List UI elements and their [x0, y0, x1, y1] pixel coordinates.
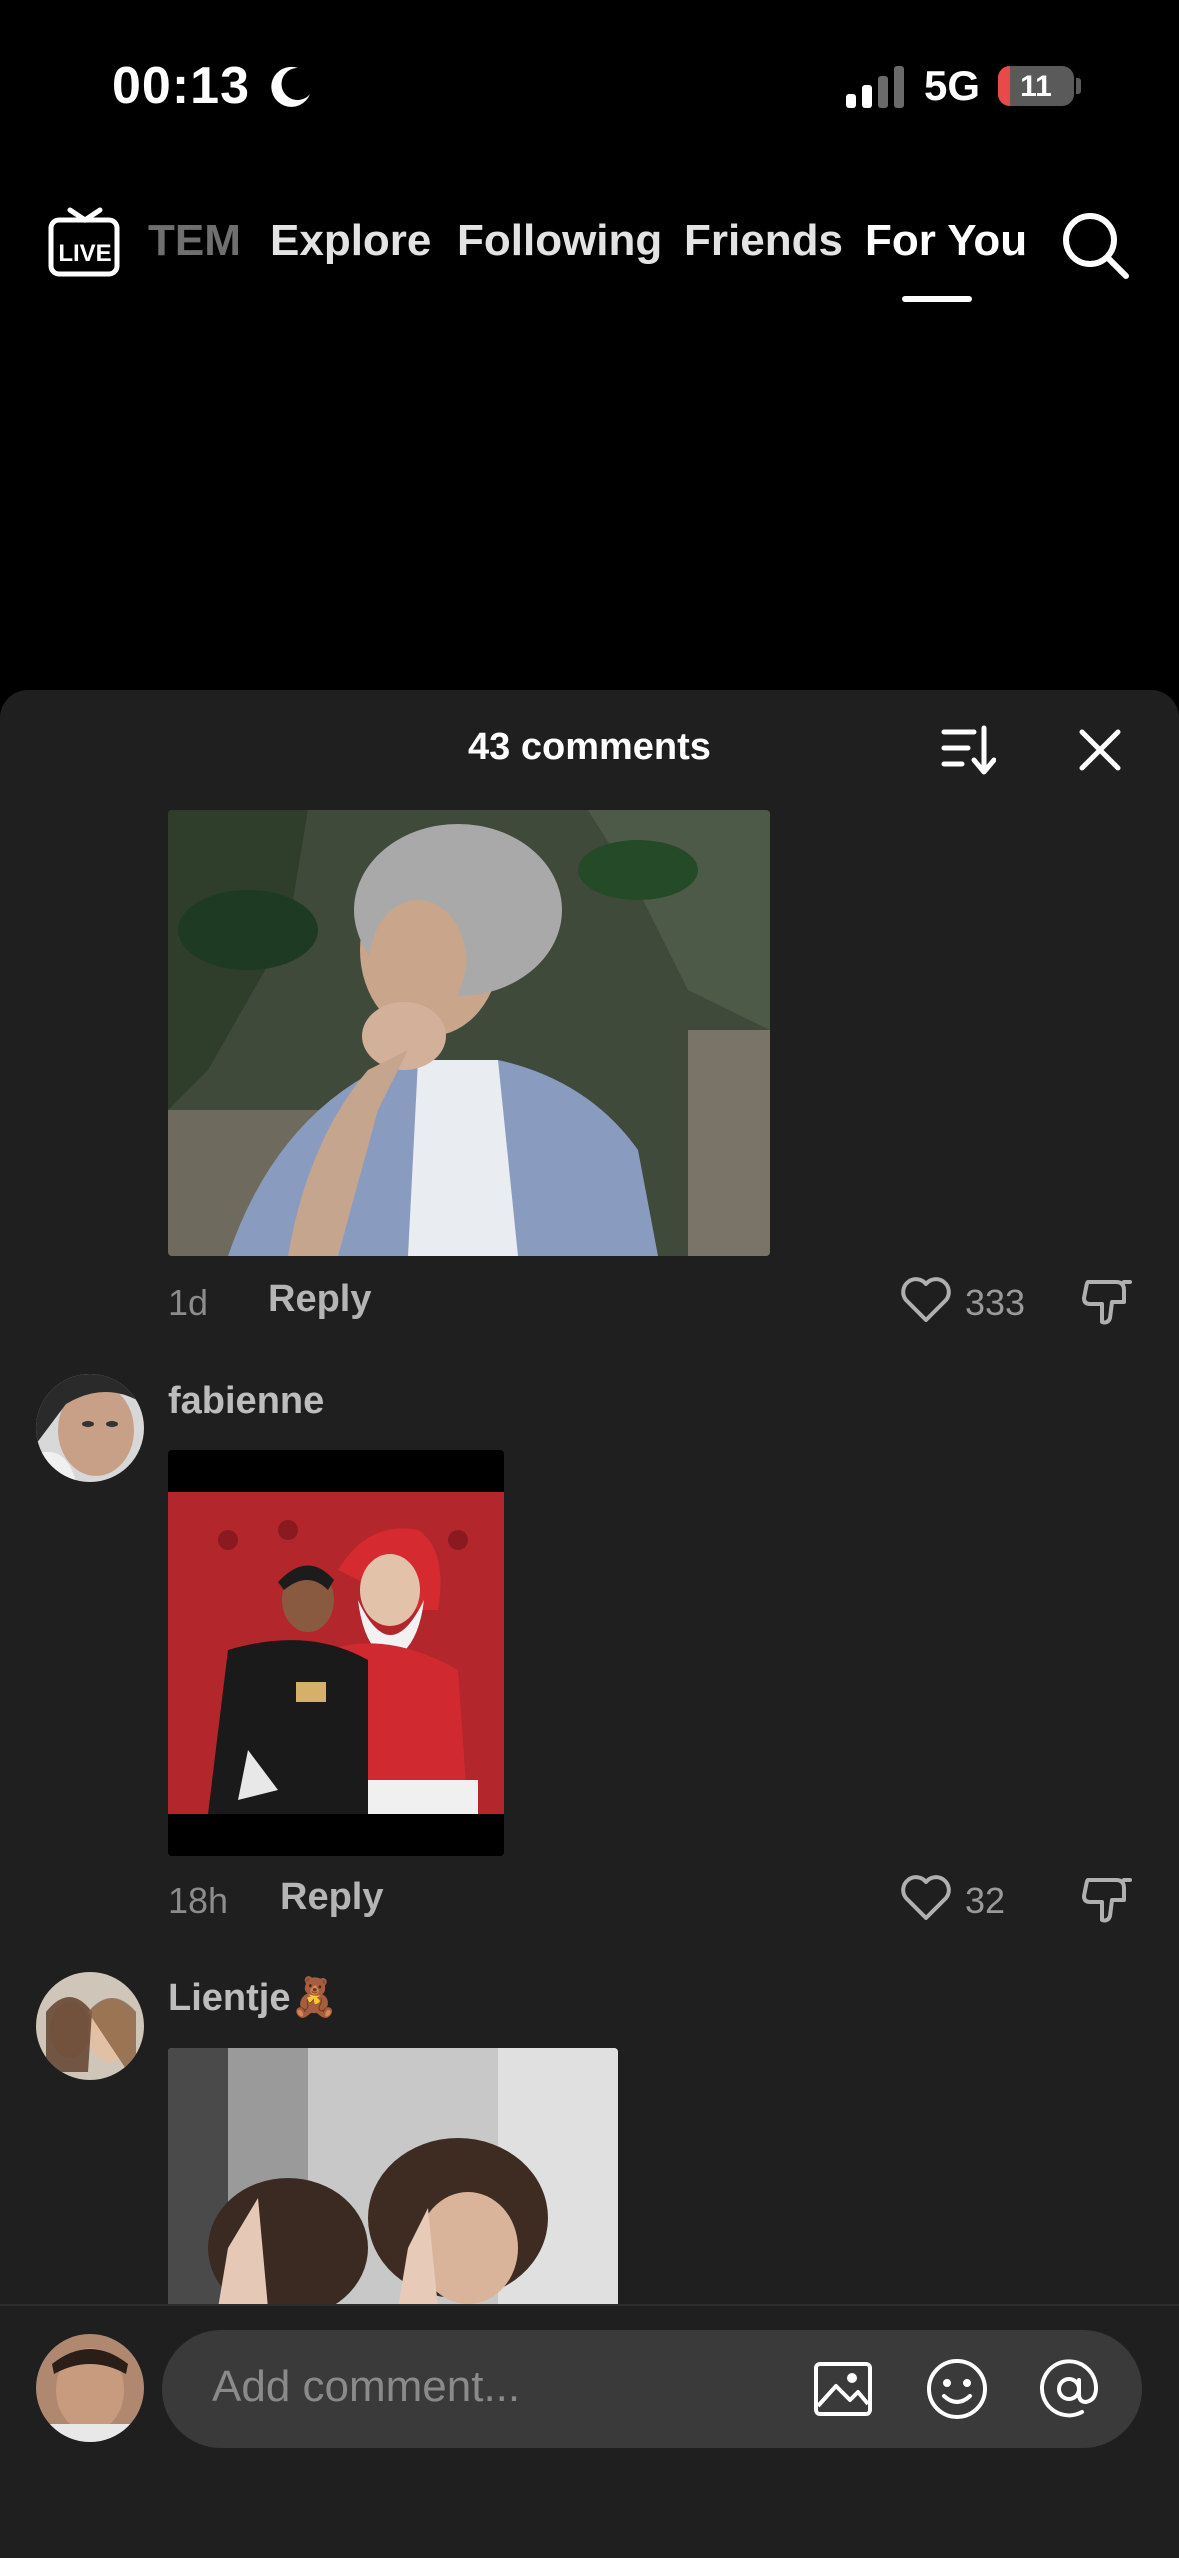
- svg-text:LIVE: LIVE: [58, 240, 111, 267]
- avatar[interactable]: [36, 1972, 144, 2080]
- comment-username[interactable]: fabienne: [168, 1380, 324, 1423]
- avatar[interactable]: [36, 1374, 144, 1482]
- heart-icon[interactable]: [900, 1874, 952, 1922]
- sort-icon[interactable]: [940, 722, 996, 778]
- comment-username[interactable]: Lientje🧸: [168, 1976, 338, 2020]
- mention-icon[interactable]: [1036, 2356, 1102, 2422]
- status-bar: 00:13 5G 11: [0, 0, 1179, 170]
- live-icon[interactable]: LIVE: [48, 206, 122, 280]
- close-icon[interactable]: [1078, 728, 1122, 772]
- reply-button[interactable]: Reply: [268, 1278, 371, 1321]
- active-tab-indicator: [902, 296, 972, 302]
- comment-time: 18h: [168, 1880, 229, 1921]
- dislike-icon[interactable]: [1080, 1872, 1134, 1926]
- tab-tem[interactable]: TEM: [148, 216, 241, 266]
- signal-icon: [846, 66, 904, 108]
- moon-icon: [271, 66, 310, 107]
- status-time: 00:13: [112, 57, 250, 115]
- tab-explore[interactable]: Explore: [270, 216, 431, 266]
- tab-following[interactable]: Following: [457, 216, 662, 266]
- comment-time: 1d: [168, 1282, 209, 1323]
- search-icon[interactable]: [1060, 210, 1130, 280]
- current-user-avatar[interactable]: [36, 2334, 144, 2442]
- tab-for-you[interactable]: For You: [865, 216, 1027, 266]
- battery-icon: 11: [998, 66, 1074, 106]
- comment-gif-santa[interactable]: [168, 1450, 504, 1856]
- comments-sheet: 43 comments 1d Reply 333 fabienne 18h Re…: [0, 690, 1179, 2556]
- battery-tip: [1076, 78, 1081, 94]
- like-count: 32: [965, 1880, 1006, 1921]
- tab-friends[interactable]: Friends: [684, 216, 843, 266]
- emoji-icon[interactable]: [924, 2356, 990, 2422]
- like-count: 333: [965, 1282, 1026, 1323]
- comment-gif-elderly-woman[interactable]: [168, 810, 770, 1256]
- dislike-icon[interactable]: [1080, 1274, 1134, 1328]
- reply-button[interactable]: Reply: [280, 1876, 383, 1919]
- comments-count-title: 43 comments: [468, 726, 711, 768]
- heart-icon[interactable]: [900, 1276, 952, 1324]
- image-picker-icon[interactable]: [810, 2356, 876, 2422]
- battery-level: 11: [1020, 70, 1052, 103]
- comment-input-placeholder[interactable]: Add comment...: [212, 2362, 520, 2412]
- comment-image-praying-girls[interactable]: [168, 2048, 618, 2308]
- network-type: 5G: [924, 62, 981, 109]
